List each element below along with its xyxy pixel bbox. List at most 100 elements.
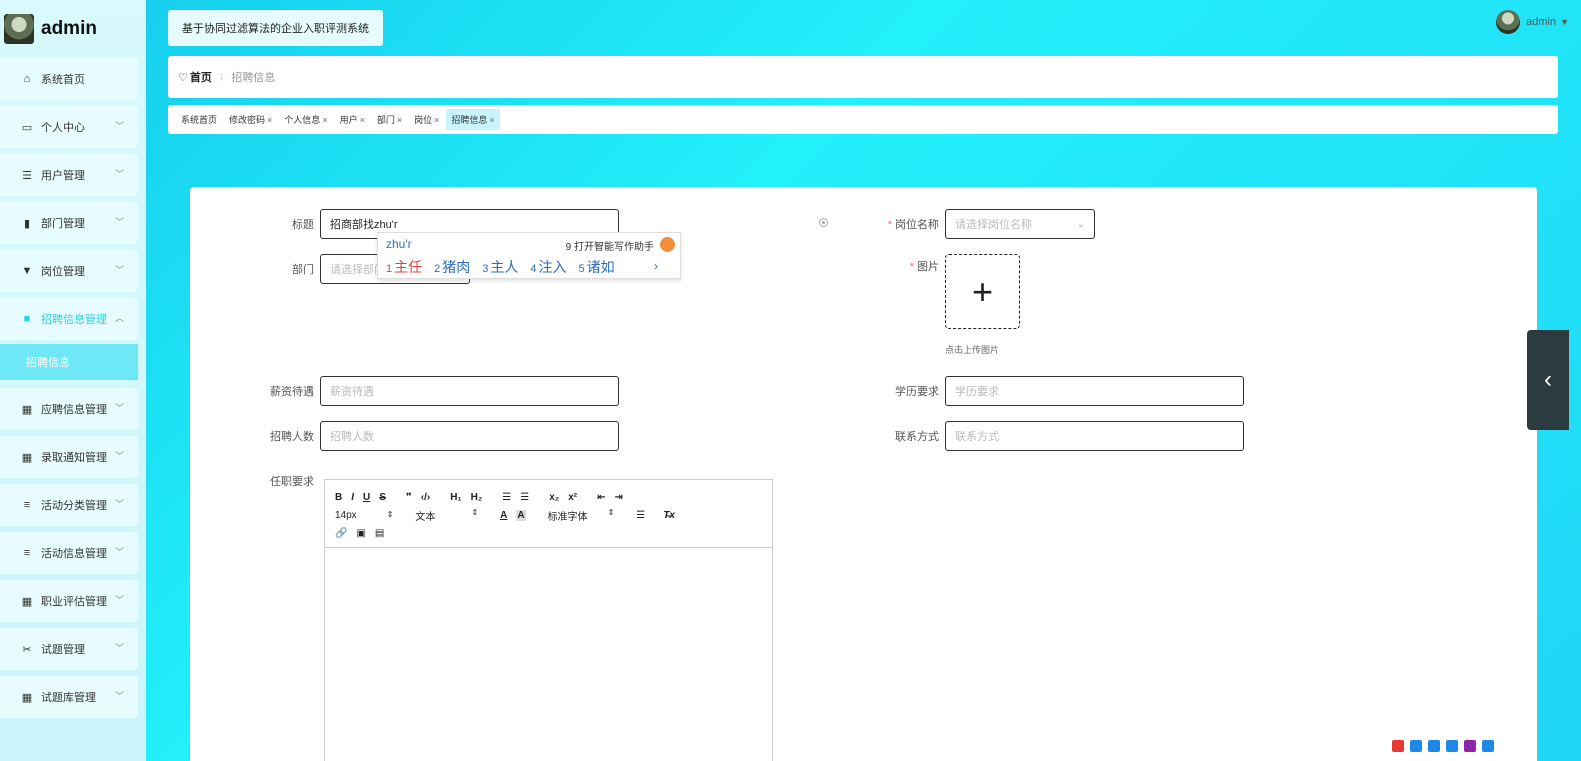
font-size-select[interactable]: 14px ⇕ — [335, 510, 393, 521]
home-icon: ⌂ — [23, 73, 31, 85]
chevron-down-icon: ⌄ — [1076, 218, 1085, 230]
font-color-button[interactable]: A — [500, 510, 507, 521]
header-select[interactable]: 文本 ⇕ — [415, 508, 478, 523]
drawer-toggle[interactable]: ‹ — [1527, 330, 1569, 430]
tab-4[interactable]: 部门 × — [372, 109, 407, 130]
close-icon[interactable]: × — [434, 115, 439, 125]
sidebar-item-1[interactable]: ▭ 个人中心 ﹀ — [0, 106, 138, 148]
ime-candidate[interactable]: 1 主任 — [386, 257, 422, 277]
upload-area: + 点击上传图片 — [945, 254, 1020, 356]
salary-input[interactable]: 薪资待遇 — [320, 376, 619, 406]
tab-label: 岗位 — [414, 115, 433, 125]
sidebar-item-7[interactable]: ▦ 录取通知管理 ﹀ — [0, 436, 138, 478]
link-icon[interactable]: 🔗 — [335, 528, 347, 539]
ordered-list-button[interactable]: ☰ — [502, 492, 511, 503]
headcount-label: 招聘人数 — [270, 431, 314, 443]
tab-3[interactable]: 用户 × — [335, 109, 370, 130]
close-icon[interactable]: × — [322, 115, 327, 125]
bold-button[interactable]: B — [335, 492, 342, 503]
sidebar-item-8[interactable]: ≡ 活动分类管理 ﹀ — [0, 484, 138, 526]
tray-icon[interactable] — [1410, 740, 1422, 752]
contact-input[interactable]: 联系方式 — [945, 421, 1244, 451]
keyboard-icon[interactable] — [1446, 740, 1458, 752]
sidebar-item-6[interactable]: ▦ 应聘信息管理 ﹀ — [0, 388, 138, 430]
requirements-label: 任职要求 — [270, 476, 314, 488]
close-icon[interactable]: × — [489, 115, 494, 125]
ime-candidate[interactable]: 2 猪肉 — [434, 257, 470, 277]
subscript-button[interactable]: x₂ — [549, 492, 559, 503]
underline-button[interactable]: U — [363, 492, 370, 503]
brand-name: admin — [41, 18, 97, 39]
sidebar-item-12[interactable]: ▦ 试题库管理 ﹀ — [0, 676, 138, 718]
indent-button[interactable]: ⇥ — [615, 492, 623, 503]
video-icon[interactable]: ▤ — [375, 528, 384, 539]
sidebar-item-10[interactable]: ▦ 职业评估管理 ﹀ — [0, 580, 138, 622]
align-button[interactable]: ☰ — [636, 510, 645, 521]
chevron-down-icon: ﹀ — [114, 595, 124, 605]
headcount-placeholder: 招聘人数 — [330, 431, 374, 443]
grid-icon[interactable] — [1482, 740, 1494, 752]
font-family-select[interactable]: 标准字体 ⇕ — [548, 508, 615, 523]
italic-button[interactable]: I — [351, 492, 354, 503]
chevron-down-icon: ﹀ — [114, 643, 124, 653]
strike-button[interactable]: S — [379, 492, 386, 503]
tab-2[interactable]: 个人信息 × — [279, 109, 332, 130]
sidebar-item-9[interactable]: ≡ 活动信息管理 ﹀ — [0, 532, 138, 574]
mic-icon[interactable] — [1428, 740, 1440, 752]
close-icon[interactable]: × — [360, 115, 365, 125]
image-label: * 图片 — [909, 261, 939, 273]
sidebar-item-3[interactable]: ▮ 部门管理 ﹀ — [0, 202, 138, 244]
position-select[interactable]: 请选择岗位名称 ⌄ — [945, 209, 1095, 239]
background-color-button[interactable]: A — [516, 509, 526, 521]
headcount-input[interactable]: 招聘人数 — [320, 421, 619, 451]
ime-candidate-text: 主任 — [394, 259, 423, 275]
image-icon[interactable]: ▣ — [356, 528, 365, 539]
bullet-list-button[interactable]: ☰ — [520, 492, 529, 503]
outdent-button[interactable]: ⇤ — [597, 492, 605, 503]
sidebar-item-2[interactable]: ☰ 用户管理 ﹀ — [0, 154, 138, 196]
sidebar-item-5[interactable]: ■ 招聘信息管理 ︿ — [0, 298, 138, 340]
tab-1[interactable]: 修改密码 × — [224, 109, 277, 130]
chevron-down-icon: ﹀ — [114, 217, 124, 227]
breadcrumb-home[interactable]: ♡ 首页 — [178, 69, 212, 85]
superscript-button[interactable]: x² — [568, 492, 577, 503]
ticket-icon: ✂ — [22, 643, 32, 656]
position-label-text: 岗位名称 — [895, 219, 939, 231]
chevron-right-icon[interactable]: › — [654, 259, 658, 273]
tab-0[interactable]: 系统首页 — [176, 109, 222, 130]
sogou-icon[interactable] — [1392, 740, 1404, 752]
ime-candidate[interactable]: 5 诸如 — [579, 257, 615, 277]
grid-icon: ▦ — [21, 403, 33, 416]
upload-button[interactable]: + — [945, 254, 1020, 329]
list-icon: ≡ — [23, 547, 31, 559]
clear-format-button[interactable]: T̶x — [663, 510, 675, 521]
ime-assist-link[interactable]: 9 打开智能写作助手 — [566, 238, 654, 253]
editor-toolbar: B I U S ❞ ‹/› H₁ H₂ ☰ ☰ x₂ x² ⇤ ⇥ 14px ⇕ … — [325, 480, 772, 548]
skin-icon[interactable] — [1464, 740, 1476, 752]
education-input[interactable]: 学历要求 — [945, 376, 1244, 406]
tab-5[interactable]: 岗位 × — [409, 109, 444, 130]
ime-candidate-text: 猪肉 — [442, 259, 471, 275]
sidebar-item-4[interactable]: ▼ 岗位管理 ﹀ — [0, 250, 138, 292]
h2-button[interactable]: H₂ — [471, 492, 483, 503]
font-size-value: 14px — [335, 509, 357, 521]
ime-candidate[interactable]: 4 注入 — [530, 257, 566, 277]
sidebar-item-label: 用户管理 — [41, 170, 85, 182]
h1-button[interactable]: H₁ — [450, 492, 461, 503]
tab-label: 用户 — [339, 115, 358, 125]
sidebar-item-label: 活动信息管理 — [41, 548, 107, 560]
tab-6[interactable]: 招聘信息 × — [446, 109, 500, 130]
ime-candidate-window: zhu'r 9 打开智能写作助手 1 主任 2 猪肉 3 主人 4 注入 5 诸如 › — [377, 232, 681, 279]
ime-candidate-number: 4 — [530, 263, 537, 275]
sidebar-item-11[interactable]: ✂ 试题管理 ﹀ — [0, 628, 138, 670]
sidebar-subitem-recruitment[interactable]: 招聘信息 — [0, 344, 138, 380]
ime-candidate[interactable]: 3 主人 — [482, 257, 518, 277]
close-icon[interactable]: × — [267, 115, 272, 125]
chevron-down-icon: ﹀ — [114, 403, 124, 413]
sidebar-item-label: 招聘信息管理 — [41, 314, 107, 326]
user-menu[interactable]: admin ▼ — [1496, 10, 1569, 34]
sidebar-item-0[interactable]: ⌂ 系统首页 — [0, 58, 138, 100]
close-icon[interactable]: × — [397, 115, 402, 125]
code-button[interactable]: ‹/› — [421, 492, 430, 503]
blockquote-button[interactable]: ❞ — [406, 492, 412, 503]
